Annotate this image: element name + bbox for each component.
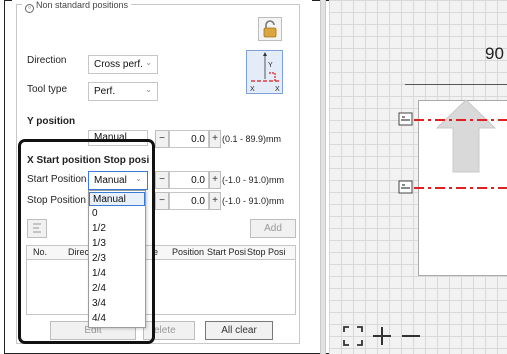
- perforation-preview: Y X X: [246, 50, 283, 94]
- zoom-in-button[interactable]: [371, 325, 393, 347]
- preview-x-right-label: X: [275, 86, 280, 93]
- add-button[interactable]: Add: [250, 219, 296, 238]
- preview-diagram: Y X X: [250, 52, 280, 93]
- stop-position-input[interactable]: 0.0: [169, 192, 209, 210]
- preview-x-left-label: X: [250, 86, 255, 93]
- y-position-input[interactable]: 0.0: [169, 130, 209, 148]
- stop-range: (-1.0 - 91.0)mm: [222, 196, 285, 206]
- preview-y-label: Y: [268, 62, 273, 69]
- direction-value: Cross perf.: [94, 59, 143, 70]
- fit-screen-button[interactable]: [342, 325, 364, 347]
- canvas-overlay: [398, 99, 507, 194]
- y-position-minus-button[interactable]: −: [155, 130, 169, 148]
- lock-icon: [263, 20, 277, 38]
- panel-splitter[interactable]: [320, 0, 326, 354]
- zoom-out-button[interactable]: [400, 325, 422, 347]
- chevron-down-icon: ⌄: [145, 85, 152, 94]
- feed-direction-arrow-icon: [435, 99, 497, 173]
- zoom-in-icon: [373, 327, 391, 345]
- all-clear-button[interactable]: All clear: [205, 321, 273, 340]
- lock-button[interactable]: [258, 17, 282, 41]
- y-position-range: (0.1 - 89.9)mm: [222, 134, 282, 144]
- perf-tool-marker-icon[interactable]: [398, 112, 413, 126]
- tool-type-value: Perf.: [94, 86, 116, 97]
- y-position-plus-button[interactable]: +: [209, 130, 221, 148]
- group-title-text: Non standard positions: [36, 0, 129, 10]
- start-range: (-1.0 - 91.0)mm: [222, 175, 285, 185]
- direction-select[interactable]: Cross perf. ⌄: [88, 55, 158, 74]
- start-plus-button[interactable]: +: [209, 171, 221, 189]
- start-minus-button[interactable]: −: [155, 171, 169, 189]
- column-header-stop-position: Stop Posi: [247, 247, 286, 257]
- radio-icon[interactable]: ○: [25, 4, 34, 13]
- perf-tool-marker-icon[interactable]: [398, 180, 413, 194]
- tool-type-select[interactable]: Perf. ⌄: [88, 82, 158, 101]
- tool-type-label: Tool type: [27, 84, 68, 95]
- y-position-heading: Y position: [27, 116, 76, 127]
- stop-plus-button[interactable]: +: [209, 192, 221, 210]
- direction-label: Direction: [27, 55, 67, 66]
- chevron-down-icon: ⌄: [145, 58, 152, 67]
- group-title[interactable]: ○ Non standard positions: [22, 0, 132, 13]
- callout-highlight: [18, 139, 155, 344]
- fit-screen-icon: [343, 326, 363, 346]
- column-header-start-position: Start Posi: [207, 247, 247, 257]
- zoom-out-icon: [402, 335, 420, 337]
- stop-minus-button[interactable]: −: [155, 192, 169, 210]
- start-position-input[interactable]: 0.0: [169, 171, 209, 189]
- column-header-position: Position: [172, 247, 205, 257]
